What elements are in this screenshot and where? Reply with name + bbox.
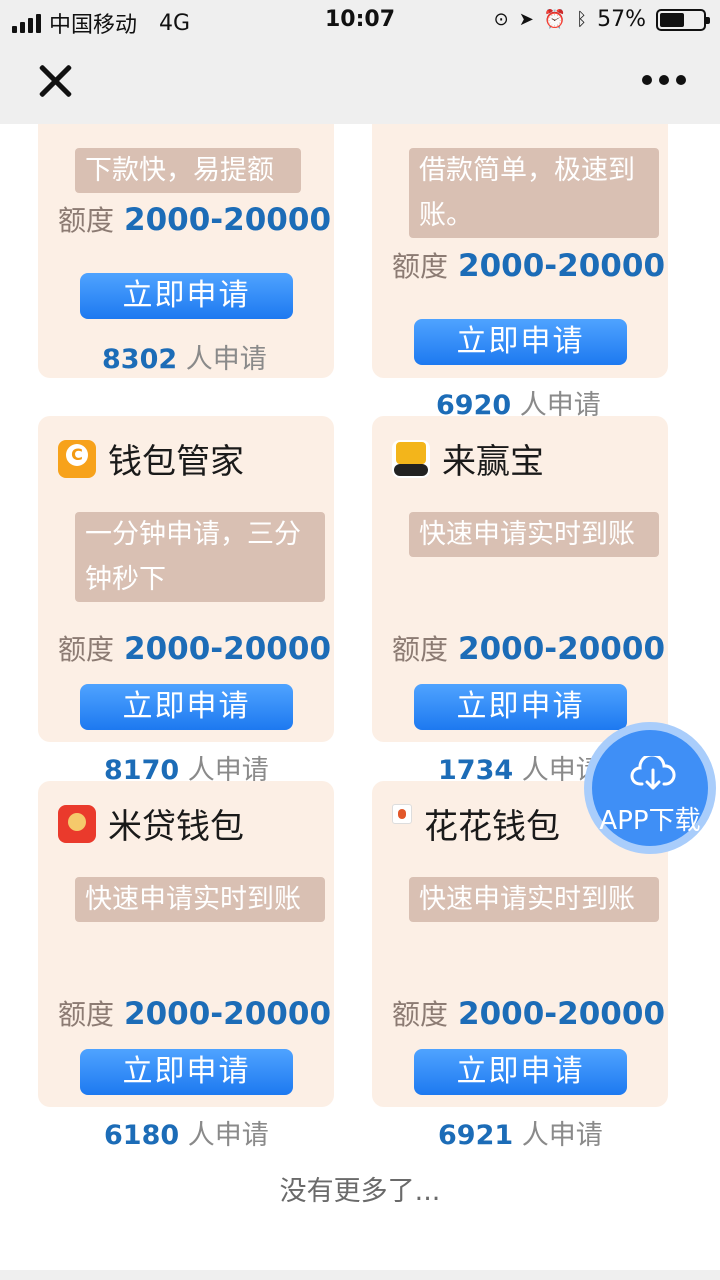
- product-description: 快速申请实时到账: [409, 512, 659, 557]
- laiyingbao-logo-icon: [392, 439, 430, 478]
- product-description: 快速申请实时到账: [409, 877, 659, 922]
- loan-product-list: 下款快，易提额 额度 2000-20000 立即申请 8302 人申请 借款简单，…: [0, 124, 720, 1270]
- quota-row: 额度 2000-20000: [58, 199, 331, 239]
- quota-value: 2000-20000: [124, 631, 332, 667]
- app-download-label: APP下载: [599, 806, 701, 836]
- apply-button[interactable]: 立即申请: [80, 273, 293, 319]
- apply-button[interactable]: 立即申请: [414, 684, 627, 730]
- status-bar: 中国移动 4G 10:07 ⊙ ➤ ⏰ ᛒ 57%: [0, 0, 720, 40]
- alarm-icon: ⏰: [543, 9, 567, 30]
- product-card[interactable]: 米贷钱包 快速申请实时到账 额度 2000-20000 立即申请: [38, 781, 334, 1107]
- applicant-count: 8302 人申请: [102, 337, 267, 376]
- quota-value: 2000-20000: [124, 996, 332, 1032]
- applicant-suffix: 人申请: [521, 1120, 603, 1151]
- applicant-count: 6180 人申请: [104, 1113, 269, 1152]
- product-name: 花花钱包: [424, 807, 560, 847]
- bluetooth-icon: ᛒ: [576, 9, 588, 30]
- orientation-lock-icon: ⊙: [493, 9, 509, 30]
- product-description: 下款快，易提额: [75, 148, 301, 193]
- apply-button[interactable]: 立即申请: [414, 319, 627, 365]
- quota-value: 2000-20000: [458, 996, 666, 1032]
- quota-row: 额度 2000-20000: [58, 993, 331, 1033]
- top-nav-bar: [0, 40, 720, 124]
- close-icon[interactable]: [36, 62, 74, 100]
- applicant-number: 6921: [438, 1120, 514, 1151]
- no-more-text: 没有更多了...: [279, 1176, 441, 1207]
- battery-percent: 57%: [597, 7, 646, 32]
- location-icon: ➤: [518, 9, 534, 30]
- product-card[interactable]: 钱包管家 一分钟申请，三分钟秒下 额度 2000-20000 立即申请: [38, 416, 334, 742]
- quota-label: 额度: [58, 633, 115, 666]
- app-download-button[interactable]: APP下载: [584, 722, 716, 854]
- quota-label: 额度: [392, 250, 449, 283]
- quota-row: 额度 2000-20000: [392, 993, 665, 1033]
- quota-label: 额度: [392, 633, 449, 666]
- applicant-number: 8302: [102, 344, 178, 375]
- quota-label: 额度: [58, 204, 115, 237]
- battery-icon: [656, 8, 710, 31]
- applicant-count: 6921 人申请: [438, 1113, 603, 1152]
- cloud-download-icon: [630, 756, 676, 790]
- apply-button[interactable]: 立即申请: [80, 684, 293, 730]
- product-card[interactable]: 借款简单，极速到账。 额度 2000-20000 立即申请: [372, 124, 668, 378]
- product-description: 快速申请实时到账: [75, 877, 325, 922]
- product-description: 借款简单，极速到账。: [409, 148, 659, 238]
- quota-row: 额度 2000-20000: [58, 628, 331, 668]
- quota-row: 额度 2000-20000: [392, 245, 665, 285]
- product-description: 一分钟申请，三分钟秒下: [75, 512, 325, 602]
- quota-row: 额度 2000-20000: [392, 628, 665, 668]
- bottom-edge: [0, 1270, 720, 1280]
- applicant-suffix: 人申请: [185, 344, 267, 375]
- applicant-suffix: 人申请: [187, 1120, 269, 1151]
- quota-label: 额度: [58, 998, 115, 1031]
- more-icon[interactable]: [642, 75, 686, 85]
- applicant-number: 6180: [104, 1120, 180, 1151]
- quota-value: 2000-20000: [458, 631, 666, 667]
- apply-button[interactable]: 立即申请: [414, 1049, 627, 1095]
- quota-label: 额度: [392, 998, 449, 1031]
- quota-value: 2000-20000: [458, 248, 666, 284]
- midai-wallet-logo-icon: [58, 804, 96, 843]
- wallet-manager-logo-icon: [58, 439, 96, 478]
- product-name: 来赢宝: [442, 442, 544, 482]
- product-name: 钱包管家: [108, 442, 244, 482]
- huahua-wallet-logo-icon: [392, 803, 412, 824]
- product-card[interactable]: 来赢宝 快速申请实时到账 额度 2000-20000 立即申请: [372, 416, 668, 742]
- quota-value: 2000-20000: [124, 202, 332, 238]
- product-name: 米贷钱包: [108, 807, 244, 847]
- apply-button[interactable]: 立即申请: [80, 1049, 293, 1095]
